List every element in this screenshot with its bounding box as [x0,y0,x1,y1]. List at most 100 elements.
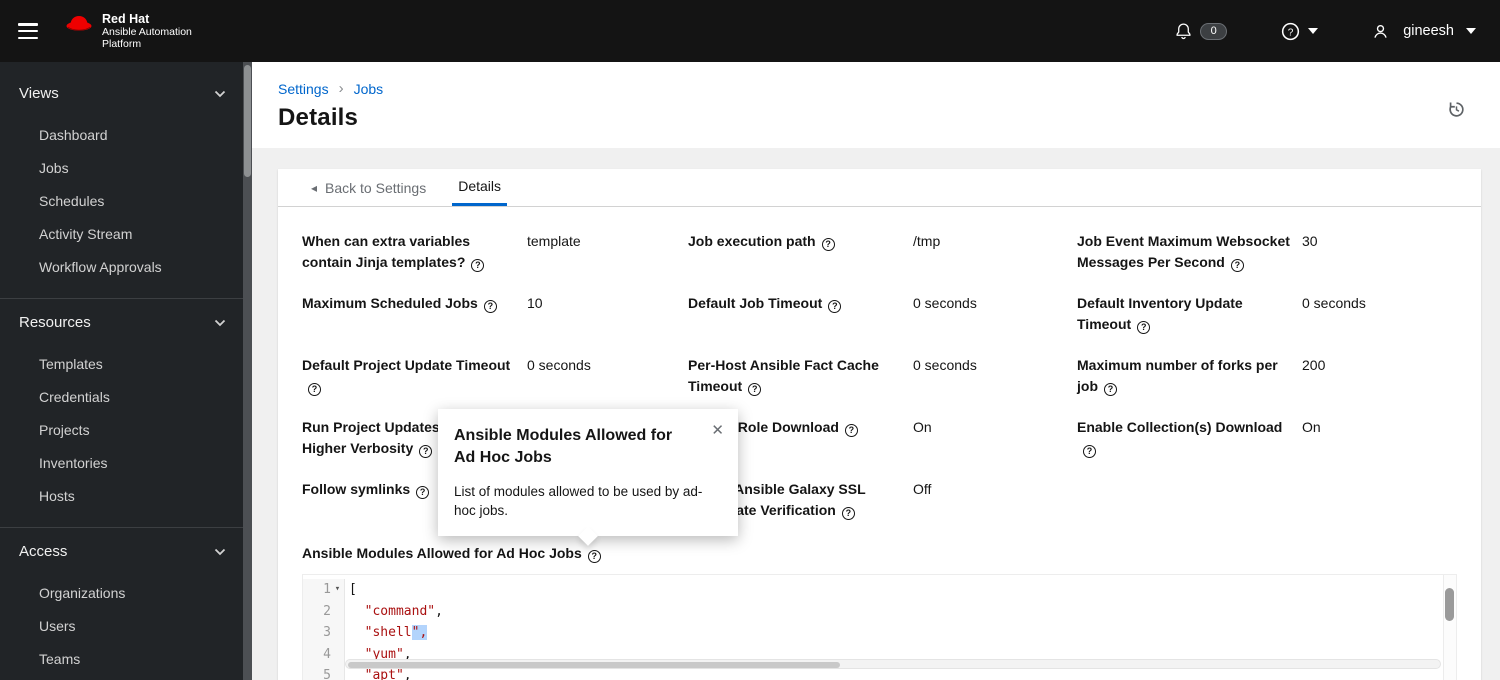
help-icon[interactable]: ? [416,486,430,499]
masthead: Red Hat Ansible Automation Platform 0 ? [0,0,1500,62]
detail-field: Default Job Timeout? 0 seconds [688,293,1077,335]
nav-group-resources[interactable]: Resources [0,305,252,340]
line-number: 5 [323,668,331,680]
field-label: Default Inventory Update Timeout? [1077,295,1243,334]
help-icon[interactable]: ? [1083,445,1096,458]
field-label: Maximum number of forks per job? [1077,357,1278,396]
field-label: Job Event Maximum Websocket Messages Per… [1077,233,1290,272]
field-value: 200 [1302,357,1326,373]
field-label: Job execution path? [688,231,913,252]
page-title: Details [278,104,359,131]
field-label: Per-Host Ansible Fact Cache Timeout? [688,357,879,396]
field-value: 30 [1302,233,1318,249]
editor-vscroll-thumb[interactable] [1445,588,1454,621]
user-icon [1374,24,1387,38]
selected-text: ", [411,625,428,640]
detail-field: Job execution path? /tmp [688,231,1077,273]
field-value: 0 seconds [527,357,591,373]
field-label: Default Project Update Timeout? [302,357,511,396]
nav-group-access[interactable]: Access [0,534,252,569]
help-icon[interactable]: ? [471,259,485,272]
help-icon[interactable]: ? [483,300,497,313]
nav-section-views: Views Dashboard Jobs Schedules Activity … [0,76,252,294]
nav-group-label: Views [19,85,59,102]
code-editor[interactable]: 1 ▾ [ 2 "command", 3 "shell", 4 "yum", 5… [302,574,1457,680]
field-value: On [913,419,932,435]
caret-down-icon [1308,28,1319,34]
sidebar-item-teams[interactable]: Teams [0,643,252,676]
field-label: Enable Collection(s) Download? [1077,419,1283,458]
sidebar-item-workflow-approvals[interactable]: Workflow Approvals [0,251,252,284]
tab-back-to-settings[interactable]: ◂ Back to Settings [303,169,434,206]
main-content: Settings › Jobs Details ◂ Back to Settin… [252,62,1500,680]
help-icon[interactable]: ? [821,238,835,251]
help-icon[interactable]: ? [841,507,855,520]
detail-field: Per-Host Ansible Fact Cache Timeout? 0 s… [688,355,1077,397]
breadcrumb-bar: Settings › Jobs Details [252,62,1500,148]
breadcrumb-settings[interactable]: Settings [278,81,329,97]
fold-toggle-icon[interactable]: ▾ [331,579,344,601]
sidebar-item-organizations[interactable]: Organizations [0,577,252,610]
detail-field: Job Event Maximum Websocket Messages Per… [1077,231,1457,273]
sidebar-item-projects[interactable]: Projects [0,414,252,447]
sidebar-item-credentials[interactable]: Credentials [0,381,252,414]
nav-group-label: Resources [19,314,91,331]
breadcrumb-jobs[interactable]: Jobs [354,81,384,97]
nav-group-views[interactable]: Views [0,76,252,111]
editor-hscroll-thumb[interactable] [348,661,841,668]
code-line: 2 "command", [303,600,1456,622]
sidebar-scrollbar[interactable] [243,62,252,680]
detail-field: Maximum number of forks per job? 200 [1077,355,1457,397]
tab-details[interactable]: Details [452,169,507,206]
sidebar: Views Dashboard Jobs Schedules Activity … [0,62,252,680]
detail-field: Ignore Ansible Galaxy SSL Certificate Ve… [688,479,1077,521]
sidebar-item-users[interactable]: Users [0,610,252,643]
chevron-down-icon [214,90,226,97]
field-value: 0 seconds [1302,295,1366,311]
nav-group-label: Access [19,543,68,560]
sidebar-item-templates[interactable]: Templates [0,348,252,381]
editor-horizontal-scrollbar[interactable] [345,659,1441,669]
popover-body: List of modules allowed to be used by ad… [454,484,703,518]
sidebar-item-inventories[interactable]: Inventories [0,447,252,480]
help-popover: Ansible Modules Allowed for Ad Hoc Jobs … [438,409,738,546]
help-icon[interactable]: ? [748,383,762,396]
field-value: /tmp [913,233,941,249]
line-number: 1 [323,582,331,597]
brand-text: Red Hat Ansible Automation Platform [102,12,192,51]
user-menu-button[interactable]: gineesh [1372,23,1476,40]
field-label: When can extra variables contain Jinja t… [302,231,527,273]
breadcrumb-separator-icon: › [338,80,344,97]
sidebar-item-activity-stream[interactable]: Activity Stream [0,218,252,251]
detail-field: Enable Collection(s) Download? On [1077,417,1457,459]
brand-logo[interactable]: Red Hat Ansible Automation Platform [64,12,192,51]
sidebar-item-jobs[interactable]: Jobs [0,152,252,185]
help-icon[interactable]: ? [587,550,601,563]
sidebar-item-schedules[interactable]: Schedules [0,185,252,218]
nav-toggle-icon[interactable] [18,23,38,39]
sidebar-scrollbar-thumb[interactable] [244,65,251,177]
notifications-button[interactable]: 0 [1175,22,1228,40]
help-icon[interactable]: ? [1230,259,1244,272]
help-icon[interactable]: ? [419,445,433,458]
help-icon[interactable]: ? [308,383,321,396]
detail-field: Maximum Scheduled Jobs? 10 [302,293,688,335]
field-label: Maximum Scheduled Jobs? [302,293,527,314]
code-line: 3 "shell", [303,622,1456,644]
help-icon[interactable]: ? [1104,383,1117,396]
detail-field: When can extra variables contain Jinja t… [302,231,688,273]
editor-vertical-scrollbar[interactable] [1443,575,1456,680]
sidebar-item-dashboard[interactable]: Dashboard [0,119,252,152]
code-line: 1 ▾ [ [303,579,1456,601]
close-icon[interactable]: ✕ [711,421,724,439]
history-button[interactable] [1447,100,1466,124]
help-icon[interactable]: ? [1137,321,1151,334]
detail-field: Default Inventory Update Timeout? 0 seco… [1077,293,1457,335]
help-icon[interactable]: ? [844,424,858,437]
help-icon[interactable]: ? [828,300,842,313]
help-menu-button[interactable]: ? [1281,22,1319,41]
nav-section-resources: Resources Templates Credentials Projects… [0,298,252,523]
sidebar-item-hosts[interactable]: Hosts [0,480,252,513]
line-number: 3 [323,625,331,640]
username-label: gineesh [1403,23,1454,39]
